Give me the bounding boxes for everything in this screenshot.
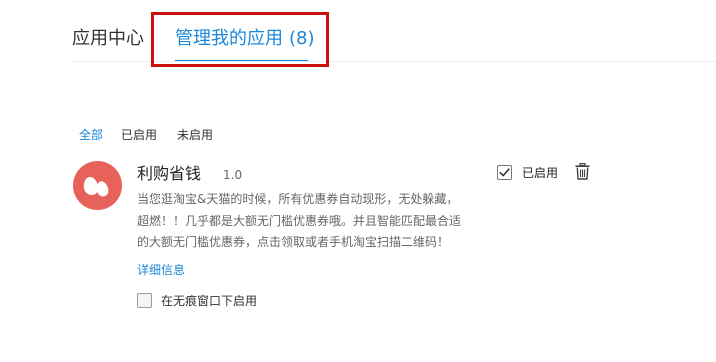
description-line: 当您逛淘宝&天猫的时候，所有优惠券自动现形，无处躲藏，: [137, 192, 459, 206]
tab-bar: 应用中心 管理我的应用 (8): [0, 0, 716, 62]
checkmark-icon: [499, 168, 510, 177]
extension-name: 利购省钱: [137, 164, 202, 183]
tab-manage-count: (8): [289, 28, 315, 49]
tab-manage-my-apps[interactable]: 管理我的应用 (8): [175, 26, 315, 52]
filter-enabled[interactable]: 已启用: [121, 126, 157, 144]
extension-description: 当您逛淘宝&天猫的时候，所有优惠券自动现形，无处躲藏， 超燃！！几乎都是大额无门…: [137, 189, 477, 254]
tab-divider: [72, 61, 716, 62]
teardrop-logo-icon: [83, 176, 109, 197]
delete-button[interactable]: [575, 162, 590, 180]
description-line: 超燃！！几乎都是大额无门槛优惠券哦。并且智能匹配最合适: [137, 213, 462, 228]
incognito-checkbox[interactable]: [137, 293, 152, 308]
extension-logo: [73, 161, 122, 210]
description-line: 的大额无门槛优惠券，点击领取或者手机淘宝扫描二维码！: [137, 235, 450, 249]
extension-version: 1.0: [223, 168, 243, 182]
tab-app-center[interactable]: 应用中心: [72, 26, 144, 52]
filter-disabled[interactable]: 未启用: [177, 126, 213, 144]
enabled-label: 已启用: [522, 166, 559, 180]
tab-manage-label: 管理我的应用: [175, 28, 283, 49]
enabled-checkbox[interactable]: [497, 165, 512, 180]
filter-all[interactable]: 全部: [79, 126, 103, 144]
incognito-label: 在无痕窗口下启用: [161, 294, 258, 308]
details-link[interactable]: 详细信息: [137, 262, 185, 278]
trash-icon: [575, 162, 590, 180]
